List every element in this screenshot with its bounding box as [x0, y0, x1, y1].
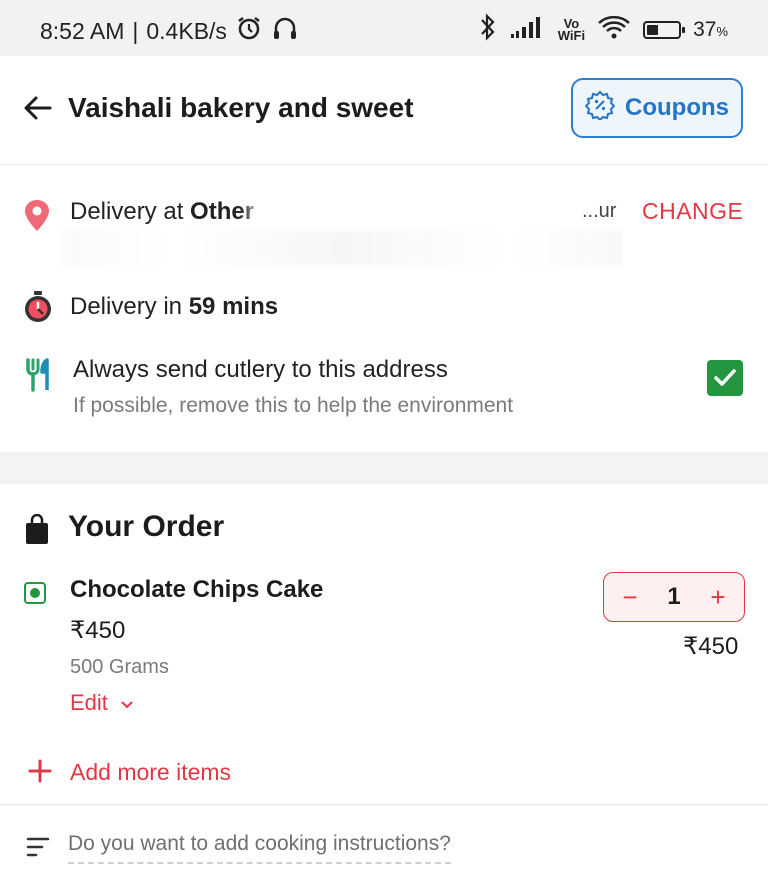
edit-item-button[interactable]: Edit: [70, 690, 134, 716]
divider: [0, 804, 768, 805]
status-right: Vo WiFi 37%: [478, 12, 728, 48]
status-bar: 8:52 AM | 0.4KB/s Vo WiFi 37%: [0, 0, 768, 56]
change-address-button[interactable]: CHANGE: [642, 198, 743, 225]
cutlery-subtitle: If possible, remove this to help the env…: [73, 394, 514, 417]
redacted-address-line1: [262, 190, 582, 230]
decrease-quantity-button[interactable]: −: [618, 582, 642, 613]
battery-text: 37%: [693, 18, 728, 42]
coupons-label: Coupons: [625, 94, 729, 121]
delivery-time-prefix: Delivery in: [70, 293, 189, 320]
add-more-items-button[interactable]: Add more items: [0, 756, 768, 792]
item-total: ₹450: [683, 633, 739, 660]
bluetooth-icon: [478, 12, 498, 48]
delivery-time-row: Delivery in 59 mins: [0, 288, 768, 328]
battery-icon: [643, 21, 686, 39]
item-name: Chocolate Chips Cake: [70, 576, 324, 603]
battery-unit: %: [716, 24, 728, 39]
quantity-stepper: − 1 +: [603, 572, 745, 622]
signal-icon: [510, 14, 546, 46]
alarm-icon: [235, 14, 263, 48]
header: Vaishali bakery and sweet Coupons: [0, 56, 768, 165]
lines-icon: [26, 836, 50, 863]
edit-label: Edit: [70, 690, 108, 715]
plus-icon: [28, 758, 52, 786]
veg-icon: [24, 582, 46, 604]
vowifi-indicator: Vo WiFi: [557, 17, 586, 43]
stopwatch-icon: [22, 290, 54, 329]
increase-quantity-button[interactable]: +: [706, 582, 730, 613]
delivery-time-text: Delivery in 59 mins: [70, 293, 278, 321]
battery-percent: 37: [693, 18, 717, 41]
delivery-at-text: Delivery at Other: [70, 198, 254, 226]
chevron-down-icon: [120, 690, 134, 716]
cutlery-icon: [25, 358, 53, 397]
address-tail: ...ur: [582, 200, 617, 222]
bag-icon: [24, 513, 50, 551]
order-header: Your Order: [0, 506, 768, 556]
item-price: ₹450: [70, 617, 126, 644]
order-item: Chocolate Chips Cake ₹450 500 Grams Edit…: [0, 570, 768, 720]
vowifi-bottom: WiFi: [557, 28, 586, 43]
delivery-time-value: 59 mins: [188, 293, 279, 320]
wifi-icon: [597, 14, 631, 46]
item-quantity: 1: [667, 583, 681, 610]
status-separator: |: [132, 17, 139, 44]
location-pin-icon: [22, 198, 52, 239]
cutlery-title: Always send cutlery to this address: [73, 356, 448, 383]
cooking-instructions-input[interactable]: Do you want to add cooking instructions?: [68, 832, 451, 864]
status-time: 8:52 AM: [40, 17, 125, 44]
delivery-address-row: Delivery at Other ...ur CHANGE: [0, 186, 768, 266]
cutlery-preference-row: Always send cutlery to this address If p…: [0, 350, 768, 430]
coupons-button[interactable]: Coupons: [571, 78, 743, 138]
restaurant-title: Vaishali bakery and sweet: [68, 92, 414, 123]
cutlery-checkbox[interactable]: [707, 360, 743, 396]
battery-level: [647, 25, 659, 35]
item-weight: 500 Grams: [70, 656, 169, 678]
cooking-instructions-row: Do you want to add cooking instructions?: [0, 826, 768, 866]
network-speed: 0.4KB/s: [146, 17, 227, 44]
headset-icon: [271, 14, 299, 48]
redacted-address-line2: [62, 230, 622, 266]
status-left: 8:52 AM | 0.4KB/s: [40, 14, 299, 48]
delivery-location-name: Other: [190, 198, 255, 225]
coupon-percent-icon: [584, 90, 616, 127]
order-title: Your Order: [68, 510, 225, 543]
delivery-at-prefix: Delivery at: [70, 198, 191, 225]
section-separator: [0, 452, 768, 484]
add-more-label: Add more items: [70, 759, 232, 785]
veg-dot: [30, 588, 40, 598]
back-arrow-icon[interactable]: [22, 92, 54, 124]
